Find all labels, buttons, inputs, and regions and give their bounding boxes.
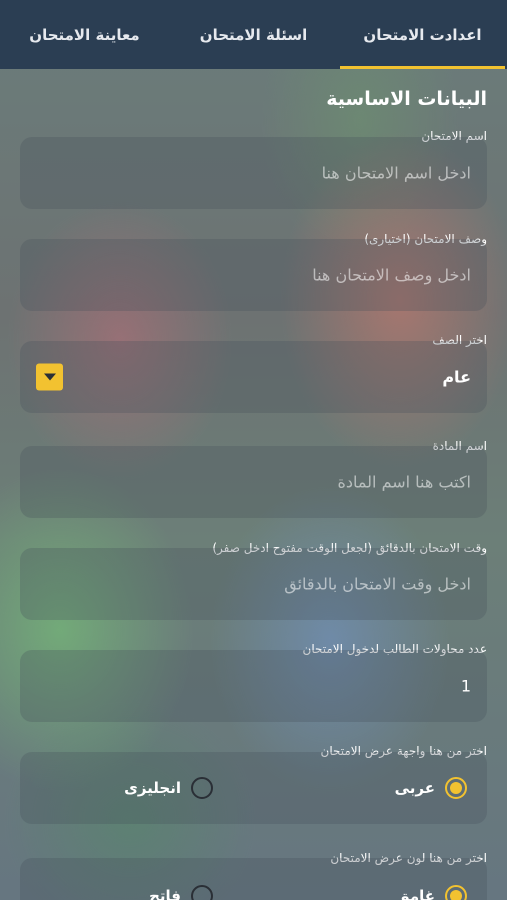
subject-field: [20, 446, 487, 518]
radio-light[interactable]: فاتح: [149, 885, 213, 900]
radio-dark[interactable]: غامق: [396, 885, 467, 900]
grade-selected-value: عام: [442, 367, 471, 387]
exam-description-field: [20, 239, 487, 311]
tab-label: معاينة الامتحان: [29, 25, 140, 44]
radio-label: انجليزى: [124, 779, 181, 797]
tab-bar: اعدادت الامتحان اسئلة الامتحان معاينة ال…: [0, 0, 507, 69]
tab-label: اعدادت الامتحان: [363, 25, 482, 44]
exam-description-input[interactable]: [41, 265, 471, 285]
radio-arabic[interactable]: عربى: [395, 777, 467, 799]
interface-language-group: عربى انجليزى: [20, 752, 487, 824]
radio-label: عربى: [394, 779, 435, 797]
tab-exam-questions[interactable]: اسئلة الامتحان: [169, 0, 338, 69]
radio-label: فاتح: [149, 887, 181, 900]
radio-label: غامق: [396, 887, 435, 900]
tab-exam-settings[interactable]: اعدادت الامتحان: [338, 0, 507, 69]
display-color-group: غامق فاتح: [20, 858, 487, 900]
exam-name-field: [20, 137, 487, 209]
subject-input[interactable]: [41, 472, 471, 492]
radio-checked-icon[interactable]: [445, 885, 467, 900]
radio-checked-icon[interactable]: [445, 777, 467, 799]
section-title: البيانات الاساسية: [326, 88, 487, 110]
radio-unchecked-icon[interactable]: [191, 885, 213, 900]
duration-input[interactable]: [41, 574, 471, 594]
caret-down-icon[interactable]: [36, 363, 63, 391]
exam-name-input[interactable]: [41, 163, 471, 183]
attempts-field: [20, 650, 487, 722]
tab-label: اسئلة الامتحان: [199, 25, 308, 44]
tab-exam-preview[interactable]: معاينة الامتحان: [0, 0, 169, 69]
attempts-input[interactable]: [41, 676, 471, 696]
radio-unchecked-icon[interactable]: [191, 777, 213, 799]
radio-english[interactable]: انجليزى: [124, 777, 213, 799]
duration-field: [20, 548, 487, 620]
grade-select[interactable]: عام: [20, 341, 487, 413]
